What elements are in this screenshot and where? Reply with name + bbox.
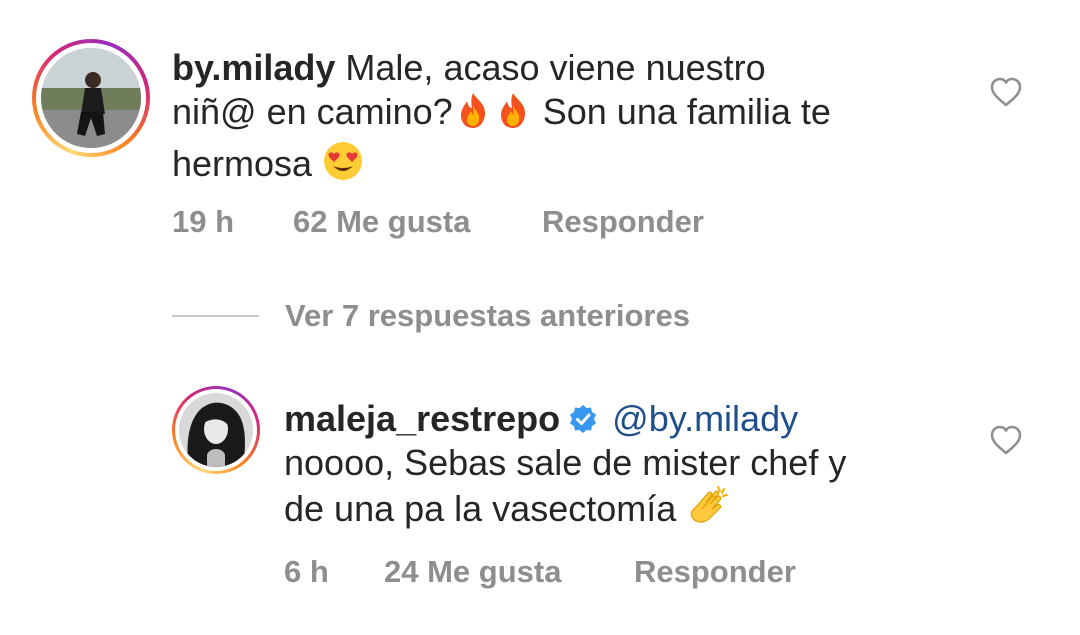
- comment-body-line: hermosa: [172, 143, 313, 184]
- like-heart-icon[interactable]: [990, 77, 1022, 107]
- mention-link[interactable]: @by.milady: [612, 398, 798, 439]
- comment-username[interactable]: maleja_restrepo: [284, 398, 560, 439]
- fire-emoji-icon: [453, 90, 493, 140]
- user-photo-icon: [41, 48, 141, 148]
- comment-body-line: de una pa la vasectomía: [284, 488, 677, 529]
- replies-divider: [172, 315, 259, 317]
- view-replies-label[interactable]: Ver 7 respuestas anteriores: [285, 298, 690, 334]
- comment-text: maleja_restrepo @by.milady noooo, Sebas …: [284, 397, 984, 537]
- verified-badge-icon: [568, 400, 598, 433]
- clapping-hands-emoji-icon: [686, 485, 732, 537]
- comment-username[interactable]: by.milady: [172, 47, 335, 88]
- user-photo-icon: [179, 393, 253, 467]
- heart-eyes-emoji-icon: [322, 140, 364, 192]
- comment-time: 19 h: [172, 204, 235, 239]
- reply-button[interactable]: Responder: [542, 204, 704, 240]
- comment-likes[interactable]: 24 Me gusta: [384, 554, 634, 590]
- view-previous-replies[interactable]: Ver 7 respuestas anteriores: [172, 298, 690, 334]
- reply-button[interactable]: Responder: [634, 554, 796, 590]
- avatar[interactable]: [41, 48, 141, 148]
- avatar[interactable]: [179, 393, 253, 467]
- like-heart-icon[interactable]: [990, 425, 1022, 455]
- comment-body-line: Male, acaso viene nuestro: [345, 47, 766, 88]
- comment-meta: 19 h 62 Me gusta Responder: [172, 204, 704, 240]
- avatar-story-ring[interactable]: [172, 386, 260, 474]
- comment-likes[interactable]: 62 Me gusta: [293, 204, 542, 240]
- comment-meta: 6 h 24 Me gusta Responder: [284, 554, 796, 590]
- comment-body-line: noooo, Sebas sale de mister chef y: [284, 442, 847, 483]
- comment-time: 6 h: [284, 554, 329, 589]
- avatar-story-ring[interactable]: [32, 39, 150, 157]
- fire-emoji-icon: [493, 90, 533, 140]
- comment-text: by.milady Male, acaso viene nuestro niñ@…: [172, 46, 952, 192]
- comment-body-line: niñ@ en camino?: [172, 91, 453, 132]
- comment-body-line: Son una familia te: [542, 91, 831, 132]
